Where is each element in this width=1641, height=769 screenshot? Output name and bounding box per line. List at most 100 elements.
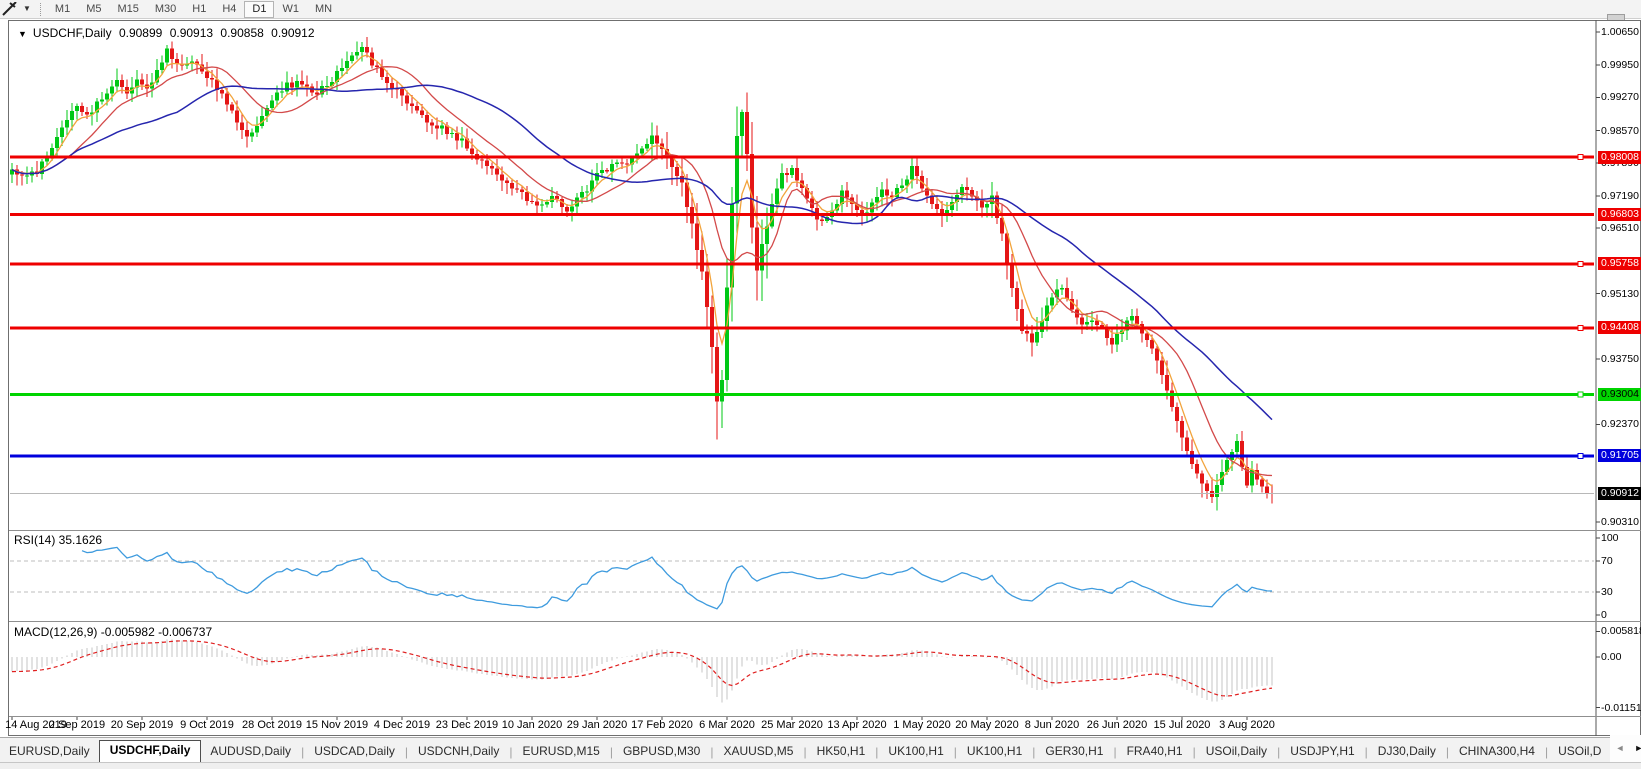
candle-body [275, 92, 279, 100]
level-price-badge[interactable]: 0.94408 [1598, 321, 1641, 334]
candle-body [470, 148, 474, 154]
candle-body [615, 162, 619, 163]
candle-body [845, 191, 849, 198]
chart-tab-gbpusd-m30[interactable]: GBPUSD,M30 [614, 741, 709, 763]
chart-tab-usdcad-daily[interactable]: USDCAD,Daily [305, 741, 404, 763]
level-price-badge[interactable]: 0.96803 [1598, 208, 1641, 221]
candle-body [450, 133, 454, 134]
collapse-chart-icon[interactable]: ▼ [18, 29, 27, 39]
bottom-strip [0, 762, 1641, 769]
time-tick-label: 3 Aug 2020 [1212, 719, 1282, 731]
candle-body [565, 207, 569, 211]
candle-body [105, 94, 109, 100]
candle-body [270, 100, 274, 107]
candle-body [400, 89, 404, 96]
candle-body [235, 110, 239, 122]
candle-body [935, 204, 939, 209]
chart-tab-uk100-h1[interactable]: UK100,H1 [879, 741, 952, 763]
chart-canvas[interactable] [0, 0, 1641, 769]
level-line-handle[interactable] [1578, 261, 1583, 266]
time-tick-label: 26 Jun 2020 [1082, 719, 1152, 731]
price-tick-label: 0.90310 [1601, 516, 1639, 528]
level-line-handle[interactable] [1578, 155, 1583, 160]
chart-tab-usoil-daily[interactable]: USOil,Daily [1197, 741, 1276, 763]
candle-body [885, 190, 889, 196]
level-price-badge[interactable]: 0.98008 [1598, 151, 1641, 164]
candle-body [980, 201, 984, 208]
candle-body [1060, 288, 1064, 290]
candle-body [1210, 491, 1214, 497]
level-price-badge[interactable]: 0.95758 [1598, 257, 1641, 270]
chart-tab-china300-h4[interactable]: CHINA300,H4 [1450, 741, 1544, 763]
chart-tab-usdchf-daily[interactable]: USDCHF,Daily [99, 740, 202, 763]
chart-tab-eurusd-m15[interactable]: EURUSD,M15 [513, 741, 608, 763]
candle-body [490, 166, 494, 168]
candle-body [1085, 322, 1089, 325]
chart-tab-bar: EURUSD,DailyUSDCHF,DailyAUDUSD,Daily|USD… [0, 737, 1641, 763]
chart-tab-uk100-h1[interactable]: UK100,H1 [958, 741, 1031, 763]
panel-separator-rsi[interactable] [9, 530, 1641, 531]
candle-body [360, 47, 364, 52]
candle-body [910, 166, 914, 179]
candle-body [1065, 288, 1069, 299]
tabs-scroll-left-icon[interactable]: ◄ [1610, 743, 1629, 753]
candle-body [65, 120, 69, 127]
candle-body [345, 61, 349, 68]
candle-body [720, 380, 724, 401]
candle-body [20, 174, 24, 175]
chart-tab-usdjpy-h1[interactable]: USDJPY,H1 [1281, 741, 1363, 763]
candle-body [375, 65, 379, 66]
macd-signal-line [12, 641, 1272, 696]
candle-body [510, 183, 514, 189]
candle-body [1035, 332, 1039, 343]
chart-tab-hk50-h1[interactable]: HK50,H1 [808, 741, 875, 763]
moving-average-slow [12, 85, 1272, 419]
chart-tab-fra40-h1[interactable]: FRA40,H1 [1118, 741, 1192, 763]
chart-tab-usdcnh-daily[interactable]: USDCNH,Daily [409, 741, 508, 763]
price-tick-label: 0.96510 [1601, 222, 1639, 234]
time-tick-label: 8 Jun 2020 [1017, 719, 1087, 731]
candle-body [435, 126, 439, 129]
chart-tab-xauusd-m5[interactable]: XAUUSD,M5 [714, 741, 802, 763]
candle-body [225, 93, 229, 104]
level-price-badge[interactable]: 0.91705 [1598, 449, 1641, 462]
candle-body [790, 168, 794, 175]
candle-body [1130, 316, 1134, 320]
candle-body [780, 173, 784, 188]
candle-body [1135, 316, 1139, 324]
rsi-indicator-label: RSI(14) 35.1626 [14, 533, 102, 547]
candle-body [440, 126, 444, 129]
candle-body [220, 90, 224, 93]
chart-tab-audusd-daily[interactable]: AUDUSD,Daily [201, 741, 300, 763]
time-tick-label: 4 Dec 2019 [367, 719, 437, 731]
panel-separator-macd[interactable] [9, 621, 1641, 622]
symbol-period-label: USDCHF,Daily [33, 26, 112, 40]
candle-body [670, 158, 674, 167]
candle-body [745, 112, 749, 154]
candle-body [795, 168, 799, 181]
candle-body [1030, 333, 1034, 342]
candle-body [530, 201, 534, 202]
candle-body [985, 204, 989, 208]
candle-body [695, 224, 699, 251]
chart-tab-eurusd-daily[interactable]: EURUSD,Daily [0, 741, 99, 763]
chart-tab-ger30-h1[interactable]: GER30,H1 [1036, 741, 1112, 763]
candle-body [620, 162, 624, 163]
level-line-handle[interactable] [1578, 392, 1583, 397]
candle-body [640, 149, 644, 154]
candle-body [115, 80, 119, 87]
chart-tab-dj30-daily[interactable]: DJ30,Daily [1369, 741, 1445, 763]
candle-body [735, 136, 739, 203]
chart-tab-usoil-d[interactable]: USOil,D [1549, 741, 1610, 763]
candle-body [1010, 263, 1014, 288]
level-line-handle[interactable] [1578, 453, 1583, 458]
level-line-handle[interactable] [1578, 325, 1583, 330]
tabs-scroll-right-icon[interactable]: ► [1629, 743, 1641, 753]
candle-body [165, 48, 169, 62]
candle-body [675, 167, 679, 176]
candle-body [355, 52, 359, 55]
candle-body [100, 100, 104, 102]
candle-body [1100, 325, 1104, 327]
panel-separator-timeaxis [9, 716, 1641, 717]
level-price-badge[interactable]: 0.93004 [1598, 388, 1641, 401]
